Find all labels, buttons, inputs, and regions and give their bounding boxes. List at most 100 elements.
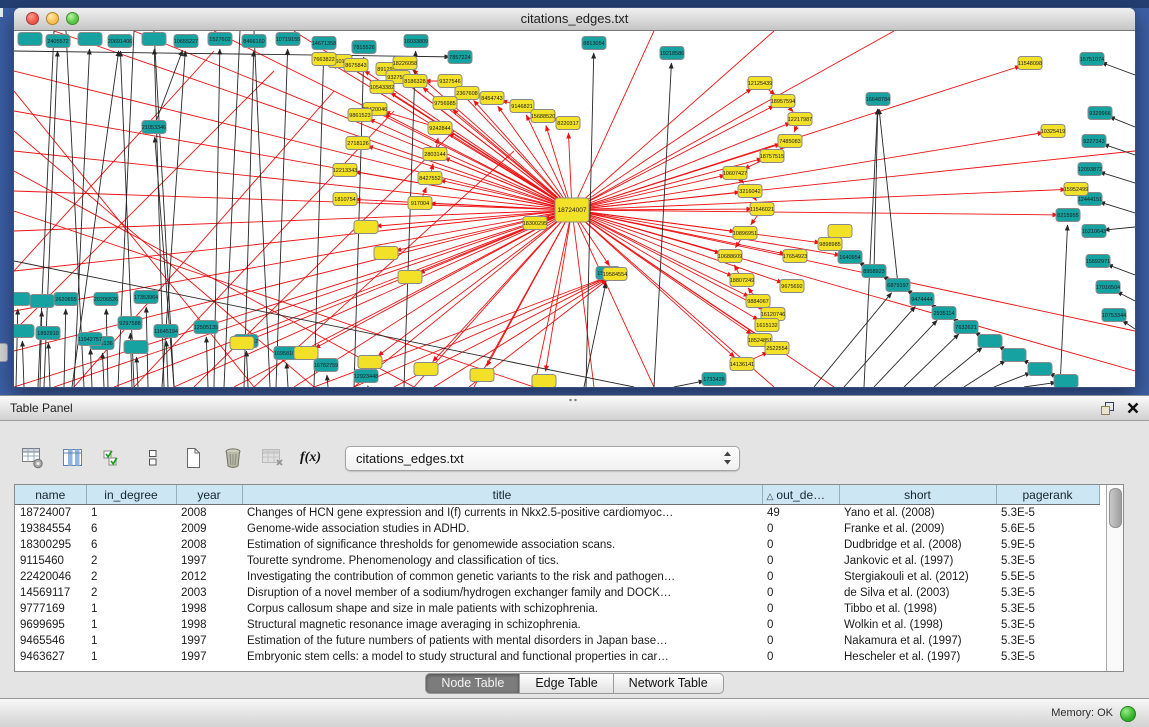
- citation-edge-red[interactable]: [546, 126, 572, 210]
- table-cell[interactable]: 49: [762, 505, 839, 522]
- table-cell[interactable]: 2008: [176, 537, 242, 553]
- citation-edge-black[interactable]: [120, 51, 134, 387]
- table-cell[interactable]: 5.3E-5: [996, 649, 1099, 665]
- citation-edge-red[interactable]: [14, 210, 572, 351]
- graph-node[interactable]: 21053346: [142, 121, 166, 134]
- graph-node[interactable]: 10655227: [174, 35, 198, 48]
- graph-node[interactable]: [358, 356, 382, 369]
- graph-node[interactable]: 9227343: [1082, 135, 1106, 148]
- graph-node[interactable]: 12093872: [1078, 163, 1102, 176]
- graph-node[interactable]: 15692971: [1086, 255, 1110, 268]
- graph-node[interactable]: 12505135: [194, 321, 218, 334]
- graph-node[interactable]: [30, 295, 54, 308]
- graph-node[interactable]: [294, 347, 318, 360]
- table-cell[interactable]: 0: [762, 585, 839, 601]
- graph-node[interactable]: 7857224: [448, 51, 472, 64]
- table-cell[interactable]: Jankovic et al. (1997): [839, 553, 996, 569]
- table-cell[interactable]: 5.3E-5: [996, 585, 1099, 601]
- table-cell[interactable]: 5.3E-5: [996, 553, 1099, 569]
- table-cell[interactable]: Embryonic stem cells: a model to study s…: [242, 649, 762, 665]
- graph-node[interactable]: 8186328: [403, 75, 427, 88]
- table-row[interactable]: 911546021997Tourette syndrome. Phenomeno…: [15, 553, 1099, 569]
- citation-edge-black[interactable]: [22, 341, 24, 387]
- graph-node[interactable]: 15952499: [1064, 183, 1088, 196]
- citation-edge-red[interactable]: [572, 210, 1058, 215]
- citation-edge-red[interactable]: [14, 111, 572, 210]
- table-cell[interactable]: Estimation of significance thresholds fo…: [242, 537, 762, 553]
- citation-edge-black[interactable]: [287, 363, 288, 387]
- graph-node[interactable]: 10607427: [723, 167, 747, 180]
- graph-node[interactable]: 9884067: [746, 295, 770, 308]
- table-cell[interactable]: 1: [86, 617, 176, 633]
- table-cell[interactable]: 1: [86, 649, 176, 665]
- citation-edge-red[interactable]: [14, 210, 572, 271]
- citation-edge-black[interactable]: [327, 375, 328, 387]
- table-cell[interactable]: 18300295: [15, 537, 86, 553]
- new-column-icon[interactable]: [180, 445, 206, 471]
- graph-node[interactable]: [124, 341, 148, 354]
- table-cell[interactable]: 0: [762, 537, 839, 553]
- table-cell[interactable]: 2003: [176, 585, 242, 601]
- graph-hub-node[interactable]: 18724007: [555, 198, 589, 222]
- graph-node[interactable]: 10543382: [370, 81, 394, 94]
- table-cell[interactable]: 18724007: [15, 505, 86, 522]
- table-cell[interactable]: Franke et al. (2009): [839, 521, 996, 537]
- table-cell[interactable]: 5.9E-5: [996, 537, 1099, 553]
- citation-edge-black[interactable]: [654, 63, 671, 387]
- citation-edge-black[interactable]: [874, 320, 937, 387]
- table-cell[interactable]: de Silva et al. (2003): [839, 585, 996, 601]
- network-graph[interactable]: 2405572206914061065522715276028466160107…: [14, 31, 1135, 387]
- graph-node[interactable]: 7632621: [954, 321, 978, 334]
- table-cell[interactable]: 2008: [176, 505, 242, 522]
- tab-node-table[interactable]: Node Table: [425, 673, 520, 694]
- close-traffic-light-icon[interactable]: [26, 12, 39, 25]
- table-cell[interactable]: 1998: [176, 601, 242, 617]
- splitter-grip-icon[interactable]: [568, 398, 578, 402]
- graph-node[interactable]: 9756985: [433, 97, 457, 110]
- graph-node[interactable]: [470, 369, 494, 382]
- graph-node[interactable]: 8215955: [1056, 209, 1080, 222]
- graph-node[interactable]: 9474444: [910, 293, 934, 306]
- table-cell[interactable]: 9463627: [15, 649, 86, 665]
- citation-edge-red[interactable]: [572, 210, 834, 387]
- graph-node[interactable]: 9329966: [1088, 107, 1112, 120]
- citation-edge-black[interactable]: [814, 293, 892, 387]
- graph-node[interactable]: [828, 225, 852, 238]
- graph-node[interactable]: 18300295: [523, 217, 547, 230]
- graph-node[interactable]: 3216042: [738, 185, 762, 198]
- citation-edge-black[interactable]: [1104, 227, 1135, 230]
- network-canvas[interactable]: 2405572206914061065522715276028466160107…: [14, 31, 1135, 387]
- tab-network-table[interactable]: Network Table: [614, 673, 724, 694]
- table-cell[interactable]: 22420046: [15, 569, 86, 585]
- table-cell[interactable]: 5.5E-5: [996, 569, 1099, 585]
- graph-node[interactable]: 1615132: [755, 319, 779, 332]
- citation-edge-red[interactable]: [14, 210, 572, 231]
- graph-node[interactable]: 18757515: [760, 150, 784, 163]
- table-cell[interactable]: 0: [762, 521, 839, 537]
- graph-node[interactable]: 6879197: [886, 279, 910, 292]
- graph-node[interactable]: 9242844: [428, 122, 452, 135]
- table-cell[interactable]: 5.3E-5: [996, 617, 1099, 633]
- citation-edge-black[interactable]: [1024, 382, 1056, 387]
- citation-edge-black[interactable]: [224, 31, 240, 387]
- citation-edge-red[interactable]: [434, 279, 607, 387]
- graph-node[interactable]: 8220317: [556, 117, 580, 130]
- citation-edge-red[interactable]: [234, 210, 572, 387]
- table-selector-dropdown[interactable]: citations_edges.txt: [345, 446, 740, 471]
- graph-node[interactable]: 11546021: [750, 203, 774, 216]
- citation-edge-black[interactable]: [994, 373, 1031, 387]
- table-cell[interactable]: 9699695: [15, 617, 86, 633]
- zoom-traffic-light-icon[interactable]: [66, 12, 79, 25]
- graph-node[interactable]: 9898985: [818, 238, 842, 251]
- graph-node[interactable]: 12217987: [788, 113, 812, 126]
- citation-edge-black[interactable]: [14, 51, 450, 57]
- graph-node[interactable]: 8454743: [480, 92, 504, 105]
- graph-node[interactable]: 16210643: [1082, 225, 1106, 238]
- citation-edge-red[interactable]: [572, 151, 1135, 210]
- table-cell[interactable]: 2012: [176, 569, 242, 585]
- table-cell[interactable]: 19384554: [15, 521, 86, 537]
- column-header-out_de[interactable]: △out_de…: [762, 485, 839, 505]
- table-row[interactable]: 1938455462009Genome-wide association stu…: [15, 521, 1099, 537]
- citation-edge-black[interactable]: [154, 50, 183, 127]
- table-cell[interactable]: 0: [762, 617, 839, 633]
